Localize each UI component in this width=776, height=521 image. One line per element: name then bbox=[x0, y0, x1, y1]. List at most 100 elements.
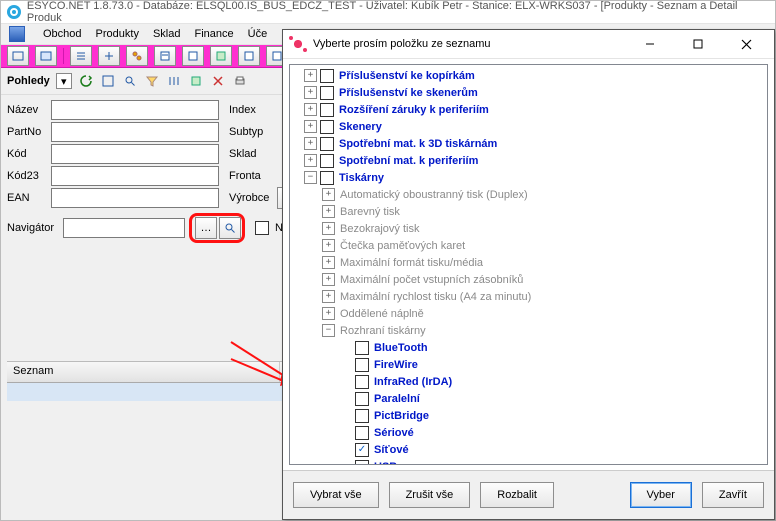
close-dialog-button[interactable]: Zavřít bbox=[702, 482, 764, 508]
tree-label[interactable]: Rozšíření záruky k periferiím bbox=[337, 104, 491, 116]
tree-checkbox[interactable] bbox=[355, 375, 369, 389]
tree-label[interactable]: USB bbox=[372, 461, 399, 466]
tree-expander[interactable]: + bbox=[304, 86, 317, 99]
tree-label[interactable]: Bezokrajový tisk bbox=[338, 223, 421, 235]
tree-checkbox[interactable] bbox=[320, 120, 334, 134]
tree-expander[interactable]: + bbox=[322, 290, 335, 303]
views-icon-filter[interactable] bbox=[144, 73, 160, 89]
toolbar-btn-9[interactable] bbox=[238, 46, 260, 66]
menu-sklad[interactable]: Sklad bbox=[153, 28, 181, 40]
navigator-ellipsis-button[interactable]: … bbox=[195, 217, 217, 239]
tree-expander[interactable]: + bbox=[322, 188, 335, 201]
navigator-input[interactable] bbox=[63, 218, 185, 238]
tree-expander[interactable]: + bbox=[322, 273, 335, 286]
kod23-input[interactable] bbox=[51, 166, 219, 186]
list-header-col-seznam[interactable]: Seznam bbox=[7, 362, 280, 382]
views-icon-refresh[interactable] bbox=[78, 73, 94, 89]
tree-row[interactable]: +Automatický oboustranný tisk (Duplex) bbox=[290, 186, 767, 203]
choose-button[interactable]: Vyber bbox=[630, 482, 692, 508]
tree-label[interactable]: Paralelní bbox=[372, 393, 422, 405]
unselect-all-button[interactable]: Zrušit vše bbox=[389, 482, 471, 508]
tree-row[interactable]: + Spotřební mat. k periferiím bbox=[290, 152, 767, 169]
expand-button[interactable]: Rozbalit bbox=[480, 482, 554, 508]
tree-expander[interactable]: + bbox=[322, 205, 335, 218]
tree-checkbox[interactable] bbox=[355, 460, 369, 466]
tree-row[interactable]: +Maximální počet vstupních zásobníků bbox=[290, 271, 767, 288]
tree-row[interactable]: +Maximální rychlost tisku (A4 za minutu) bbox=[290, 288, 767, 305]
tree-checkbox[interactable] bbox=[355, 392, 369, 406]
menu-finance[interactable]: Finance bbox=[194, 28, 233, 40]
tree-checkbox[interactable] bbox=[320, 171, 334, 185]
views-icon-columns[interactable] bbox=[166, 73, 182, 89]
tree-row[interactable]: + Spotřební mat. k 3D tiskárnám bbox=[290, 135, 767, 152]
tree-checkbox[interactable] bbox=[355, 426, 369, 440]
tree-row[interactable]: +Čtečka paměťových karet bbox=[290, 237, 767, 254]
tree-row[interactable]: PictBridge bbox=[290, 407, 767, 424]
views-dropdown[interactable]: ▾ bbox=[56, 73, 72, 89]
tree-row[interactable]: +Oddělené náplně bbox=[290, 305, 767, 322]
dialog-titlebar[interactable]: Vyberte prosím položku ze seznamu bbox=[283, 30, 774, 59]
tree-row[interactable]: FireWire bbox=[290, 356, 767, 373]
toolbar-btn-8[interactable] bbox=[210, 46, 232, 66]
tree-row[interactable]: +Bezokrajový tisk bbox=[290, 220, 767, 237]
kod-input[interactable] bbox=[51, 144, 219, 164]
tree-row[interactable]: +Skenery bbox=[290, 118, 767, 135]
tree-label[interactable]: BlueTooth bbox=[372, 342, 430, 354]
views-icon-detail[interactable] bbox=[100, 73, 116, 89]
maximize-button[interactable] bbox=[678, 30, 718, 58]
tree-label[interactable]: Síťové bbox=[372, 444, 411, 456]
tree-checkbox[interactable]: ✓ bbox=[355, 443, 369, 457]
tree-label[interactable]: PictBridge bbox=[372, 410, 431, 422]
tree-label[interactable]: Příslušenství ke skenerům bbox=[337, 87, 480, 99]
minimize-button[interactable] bbox=[630, 30, 670, 58]
tree-row[interactable]: InfraRed (IrDA) bbox=[290, 373, 767, 390]
tree-row[interactable]: −Rozhraní tiskárny bbox=[290, 322, 767, 339]
views-icon-export[interactable] bbox=[188, 73, 204, 89]
tree-row[interactable]: +Maximální formát tisku/média bbox=[290, 254, 767, 271]
menu-obchod[interactable]: Obchod bbox=[43, 28, 82, 40]
tree-row[interactable]: + Rozšíření záruky k periferiím bbox=[290, 101, 767, 118]
tree-row[interactable]: Sériové bbox=[290, 424, 767, 441]
tree-label[interactable]: Maximální rychlost tisku (A4 za minutu) bbox=[338, 291, 533, 303]
views-icon-print[interactable] bbox=[232, 73, 248, 89]
tree-expander[interactable]: + bbox=[304, 137, 317, 150]
tree-expander[interactable]: + bbox=[322, 222, 335, 235]
mdi-child-icon[interactable] bbox=[9, 26, 25, 42]
tree-expander[interactable]: + bbox=[304, 103, 317, 116]
tree-expander[interactable]: − bbox=[322, 324, 335, 337]
tree-label[interactable]: Maximální počet vstupních zásobníků bbox=[338, 274, 525, 286]
tree-label[interactable]: Čtečka paměťových karet bbox=[338, 240, 467, 252]
tree-expander[interactable]: + bbox=[304, 154, 317, 167]
tree-checkbox[interactable] bbox=[320, 137, 334, 151]
toolbar-btn-6[interactable] bbox=[154, 46, 176, 66]
tree-label[interactable]: Spotřební mat. k periferiím bbox=[337, 155, 480, 167]
tree-checkbox[interactable] bbox=[320, 103, 334, 117]
tree-label[interactable]: InfraRed (IrDA) bbox=[372, 376, 454, 388]
tree-expander[interactable]: + bbox=[304, 69, 317, 82]
neza-checkbox[interactable] bbox=[255, 221, 269, 235]
tree-label[interactable]: Sériové bbox=[372, 427, 416, 439]
tree-expander[interactable]: + bbox=[322, 239, 335, 252]
tree-label[interactable]: Automatický oboustranný tisk (Duplex) bbox=[338, 189, 530, 201]
tree-checkbox[interactable] bbox=[320, 86, 334, 100]
views-icon-delete[interactable] bbox=[210, 73, 226, 89]
partno-input[interactable] bbox=[51, 122, 219, 142]
tree-row[interactable]: Paralelní bbox=[290, 390, 767, 407]
tree-row[interactable]: +Barevný tisk bbox=[290, 203, 767, 220]
tree-label[interactable]: Maximální formát tisku/média bbox=[338, 257, 485, 269]
toolbar-btn-7[interactable] bbox=[182, 46, 204, 66]
ean-input[interactable] bbox=[51, 188, 219, 208]
tree-checkbox[interactable] bbox=[320, 154, 334, 168]
tree-checkbox[interactable] bbox=[355, 358, 369, 372]
tree-expander[interactable]: + bbox=[304, 120, 317, 133]
category-tree[interactable]: + Příslušenství ke kopírkám + Příslušenství… bbox=[289, 64, 768, 465]
tree-row[interactable]: + Příslušenství ke kopírkám bbox=[290, 67, 767, 84]
navigator-search-button[interactable] bbox=[219, 217, 241, 239]
views-icon-find[interactable] bbox=[122, 73, 138, 89]
nazev-input[interactable] bbox=[51, 100, 219, 120]
tree-row[interactable]: BlueTooth bbox=[290, 339, 767, 356]
toolbar-btn-1[interactable] bbox=[7, 46, 29, 66]
tree-label[interactable]: Příslušenství ke kopírkám bbox=[337, 70, 477, 82]
tree-label[interactable]: Spotřební mat. k 3D tiskárnám bbox=[337, 138, 499, 150]
tree-checkbox[interactable] bbox=[320, 69, 334, 83]
